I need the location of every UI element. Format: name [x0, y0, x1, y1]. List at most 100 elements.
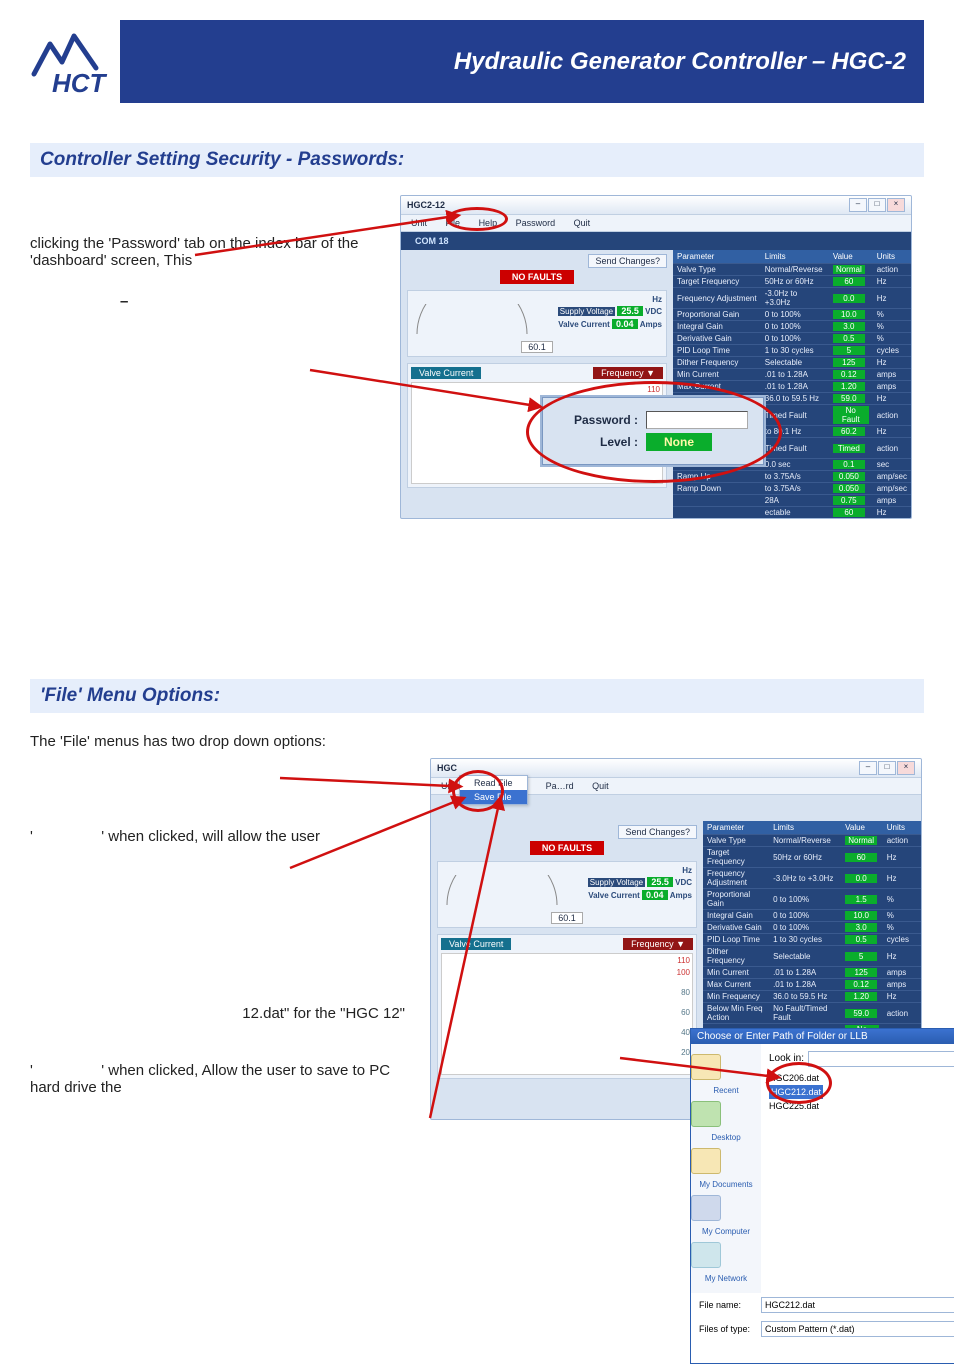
section1-heading: Controller Setting Security - Passwords:	[40, 149, 914, 171]
window-title-2: HGC	[437, 763, 457, 773]
file-item-2[interactable]: HGC225.dat	[769, 1099, 954, 1113]
close-button-2[interactable]: ×	[897, 761, 915, 775]
file-dialog: Choose or Enter Path of Folder or LLB Re…	[690, 1028, 954, 1364]
param-row: Min Current.01 to 1.28A0.12amps	[673, 369, 911, 381]
param-value[interactable]: Normal	[833, 265, 865, 274]
param-row: ectable60Hz	[673, 507, 911, 519]
graph-frequency-button[interactable]: Frequency ▼	[593, 367, 663, 379]
no-faults-badge: NO FAULTS	[500, 270, 574, 284]
menu-unit[interactable]: Unit	[403, 217, 435, 229]
minimize-button-2[interactable]: –	[859, 761, 877, 775]
password-label: Password :	[558, 413, 638, 427]
param-col-limits: Limits	[761, 250, 829, 264]
password-overlay: Password : Level : None	[540, 395, 766, 467]
param-value[interactable]: 125	[833, 358, 865, 367]
param-value[interactable]: 5	[833, 346, 865, 355]
param-value[interactable]: 0.050	[833, 484, 865, 493]
menubar: Unit File Help Password Quit	[401, 215, 911, 232]
param-value[interactable]: 10.0	[845, 911, 877, 920]
param-value[interactable]: 60.2	[833, 427, 865, 436]
file-example: 12.dat" for the "HGC 12"	[30, 1005, 415, 1022]
param-value[interactable]: 0.5	[833, 334, 865, 343]
param-value[interactable]: Timed	[833, 444, 865, 453]
param-row: Min Current.01 to 1.28A125amps	[703, 967, 921, 979]
param-value[interactable]: 60	[833, 508, 865, 517]
param-row: PID Loop Time1 to 30 cycles5cycles	[673, 345, 911, 357]
gauge-box: Hz Supply Voltage 25.5 VDC Valve Current…	[407, 290, 667, 357]
filetype-field[interactable]: Custom Pattern (*.dat)	[761, 1321, 954, 1337]
file-item-1[interactable]: HGC212.dat	[769, 1085, 823, 1099]
param-row: 28A0.75amps	[673, 495, 911, 507]
place-desktop[interactable]: Desktop	[691, 1101, 761, 1142]
param-value[interactable]: 59.0	[833, 394, 865, 403]
param-value[interactable]: 3.0	[845, 923, 877, 932]
param-value[interactable]: 125	[845, 968, 877, 977]
param-value[interactable]: 3.0	[833, 322, 865, 331]
maximize-button[interactable]: □	[868, 198, 886, 212]
menu2-quit[interactable]: Quit	[584, 780, 617, 792]
param-col-value: Value	[829, 250, 873, 264]
file-item-0[interactable]: HGC206.dat	[769, 1071, 954, 1085]
menu-file[interactable]: File	[438, 217, 469, 229]
supply-voltage-label: Supply Voltage	[558, 307, 615, 316]
param-value[interactable]: 0.1	[833, 460, 865, 469]
param-row: Target Frequency50Hz or 60Hz60Hz	[703, 847, 921, 868]
param-value[interactable]: 1.20	[845, 992, 877, 1001]
file-save-item[interactable]: Save File	[460, 790, 527, 804]
param-row: Frequency Adjustment-3.0Hz to +3.0Hz0.0H…	[703, 868, 921, 889]
graph-y-110: 110	[647, 385, 660, 394]
com-label: COM 18	[407, 234, 457, 248]
supply-voltage-unit: VDC	[645, 307, 662, 316]
lookin-field[interactable]	[808, 1051, 954, 1067]
place-mydocuments[interactable]: My Documents	[691, 1148, 761, 1189]
param-row: Max Current.01 to 1.28A1.20amps	[673, 381, 911, 393]
send-changes-button[interactable]: Send Changes?	[588, 254, 667, 268]
param-value[interactable]: 5	[845, 952, 877, 961]
menu2-password[interactable]: Pa…rd	[538, 780, 582, 792]
param-value[interactable]: 1.20	[833, 382, 865, 391]
password-field[interactable]	[646, 411, 748, 429]
param-row: Min Frequency36.0 to 59.5 Hz1.20Hz	[703, 991, 921, 1003]
send-changes-button-2[interactable]: Send Changes?	[618, 825, 697, 839]
param-value[interactable]: 0.0	[833, 294, 865, 303]
title-banner: Hydraulic Generator Controller – HGC-2	[120, 20, 924, 103]
param-value[interactable]: 0.050	[833, 472, 865, 481]
param-value[interactable]: 60	[845, 853, 877, 862]
filename-label: File name:	[699, 1300, 755, 1310]
param-value[interactable]: 0.12	[845, 980, 877, 989]
param-value[interactable]: 0.0	[845, 874, 877, 883]
param-row: Proportional Gain0 to 100%1.5%	[703, 889, 921, 910]
maximize-button-2[interactable]: □	[878, 761, 896, 775]
graph-chart-area-2: 110 100 80 60 40 20	[441, 953, 693, 1075]
place-mycomputer[interactable]: My Computer	[691, 1195, 761, 1236]
param-value[interactable]: 10.0	[833, 310, 865, 319]
param-value[interactable]: No Fault	[833, 406, 869, 424]
graph-valve-current-button[interactable]: Valve Current	[411, 367, 481, 379]
parameter-table: Parameter Limits Value Units Valve TypeN…	[673, 250, 911, 518]
param-row: Valve TypeNormal/ReverseNormalaction	[673, 264, 911, 276]
title-separator: –	[806, 48, 831, 76]
file-read-item[interactable]: Read File	[460, 776, 527, 790]
param-value[interactable]: Normal	[845, 836, 877, 845]
param-value[interactable]: 0.5	[845, 935, 877, 944]
param-value[interactable]: 1.5	[845, 895, 877, 904]
level-value: None	[646, 433, 712, 451]
minimize-button[interactable]: –	[849, 198, 867, 212]
place-recent[interactable]: Recent	[691, 1054, 761, 1095]
param-value[interactable]: 59.0	[845, 1009, 877, 1018]
filename-field[interactable]: HGC212.dat	[761, 1297, 954, 1313]
level-label: Level :	[558, 435, 638, 449]
param-value[interactable]: 0.75	[833, 496, 865, 505]
menu-password[interactable]: Password	[508, 217, 564, 229]
close-button[interactable]: ×	[887, 198, 905, 212]
param-value[interactable]: 0.12	[833, 370, 865, 379]
readfile-prefix: '	[30, 828, 33, 845]
section1-dash: –	[120, 293, 385, 310]
savefile-prefix: '	[30, 1062, 33, 1079]
readfile-line: ' when clicked, will allow the user	[101, 828, 320, 845]
place-mynetwork[interactable]: My Network	[691, 1242, 761, 1283]
param-row: Derivative Gain0 to 100%0.5%	[673, 333, 911, 345]
menu-quit[interactable]: Quit	[566, 217, 599, 229]
menu-help[interactable]: Help	[471, 217, 506, 229]
param-value[interactable]: 60	[833, 277, 865, 286]
